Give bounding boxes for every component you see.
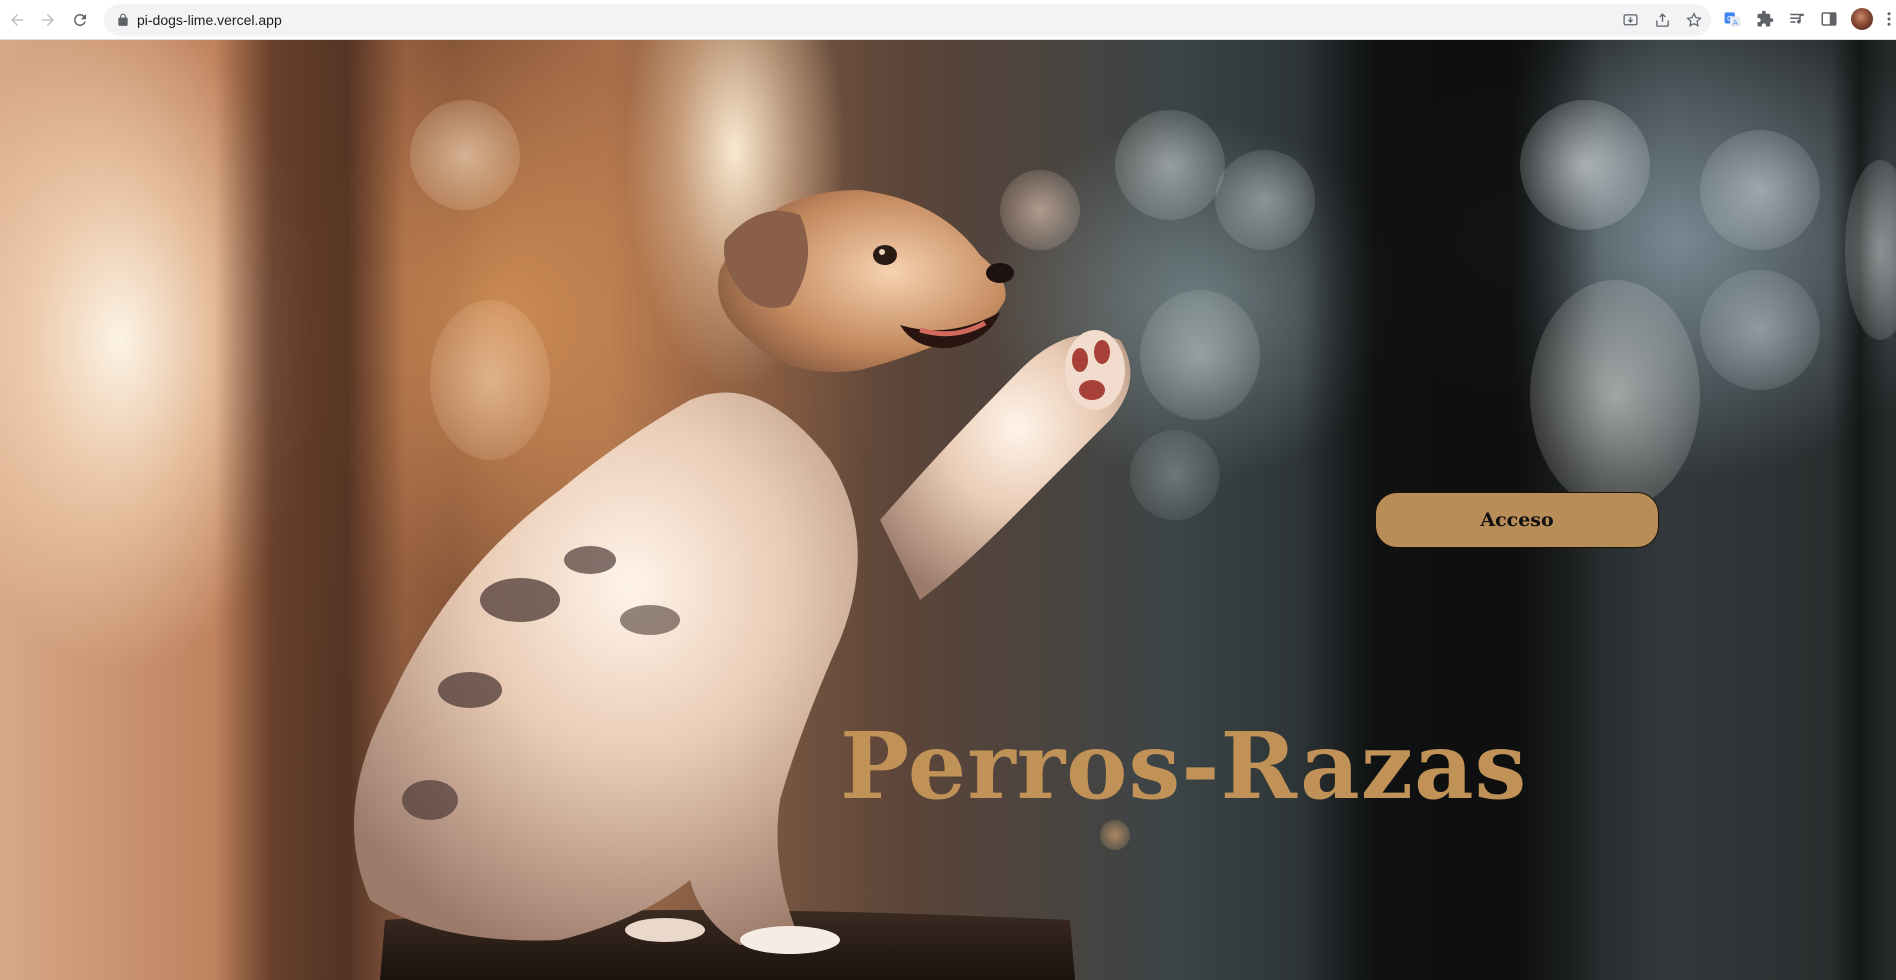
- paw-pad: [1094, 340, 1110, 364]
- forward-button[interactable]: [35, 7, 61, 33]
- arrow-left-icon: [11, 14, 23, 26]
- share-icon[interactable]: [1653, 11, 1671, 29]
- puppy-front-paw: [740, 926, 840, 954]
- star-icon[interactable]: [1685, 11, 1703, 29]
- acceso-button[interactable]: Acceso: [1375, 492, 1659, 548]
- svg-text:G: G: [1726, 14, 1732, 23]
- reload-button[interactable]: [67, 7, 93, 33]
- kebab-menu-icon[interactable]: [1882, 9, 1896, 29]
- url-text[interactable]: pi-dogs-lime.vercel.app: [137, 12, 282, 28]
- fur-spot: [402, 780, 458, 820]
- arrow-right-icon: [42, 14, 54, 26]
- puppy-nose: [986, 263, 1014, 283]
- fur-spot: [438, 672, 502, 708]
- browser-toolbar: pi-dogs-lime.vercel.app G A: [0, 0, 1896, 40]
- translate-icon[interactable]: G A: [1722, 9, 1742, 29]
- media-controls-icon[interactable]: [1787, 9, 1807, 29]
- lock-icon[interactable]: [116, 13, 130, 27]
- reload-icon: [73, 13, 86, 26]
- side-panel-icon[interactable]: [1819, 9, 1839, 29]
- back-button[interactable]: [4, 7, 30, 33]
- landing-hero: Acceso Perros-Razas: [0, 40, 1896, 980]
- install-app-icon[interactable]: [1621, 11, 1639, 29]
- paw-pad: [1079, 380, 1105, 400]
- puppy-body: [354, 392, 858, 945]
- avatar[interactable]: [1851, 8, 1873, 30]
- puppy-eye: [873, 245, 897, 265]
- puppy-front-paw: [625, 918, 705, 942]
- puzzle-icon[interactable]: [1755, 9, 1775, 29]
- page-title: Perros-Razas: [840, 712, 1528, 820]
- address-bar[interactable]: pi-dogs-lime.vercel.app: [104, 4, 1711, 36]
- svg-text:A: A: [1732, 18, 1737, 27]
- paw-pad: [1072, 348, 1088, 372]
- fur-spot: [480, 578, 560, 622]
- fur-spot: [620, 605, 680, 635]
- fur-spot: [564, 546, 616, 574]
